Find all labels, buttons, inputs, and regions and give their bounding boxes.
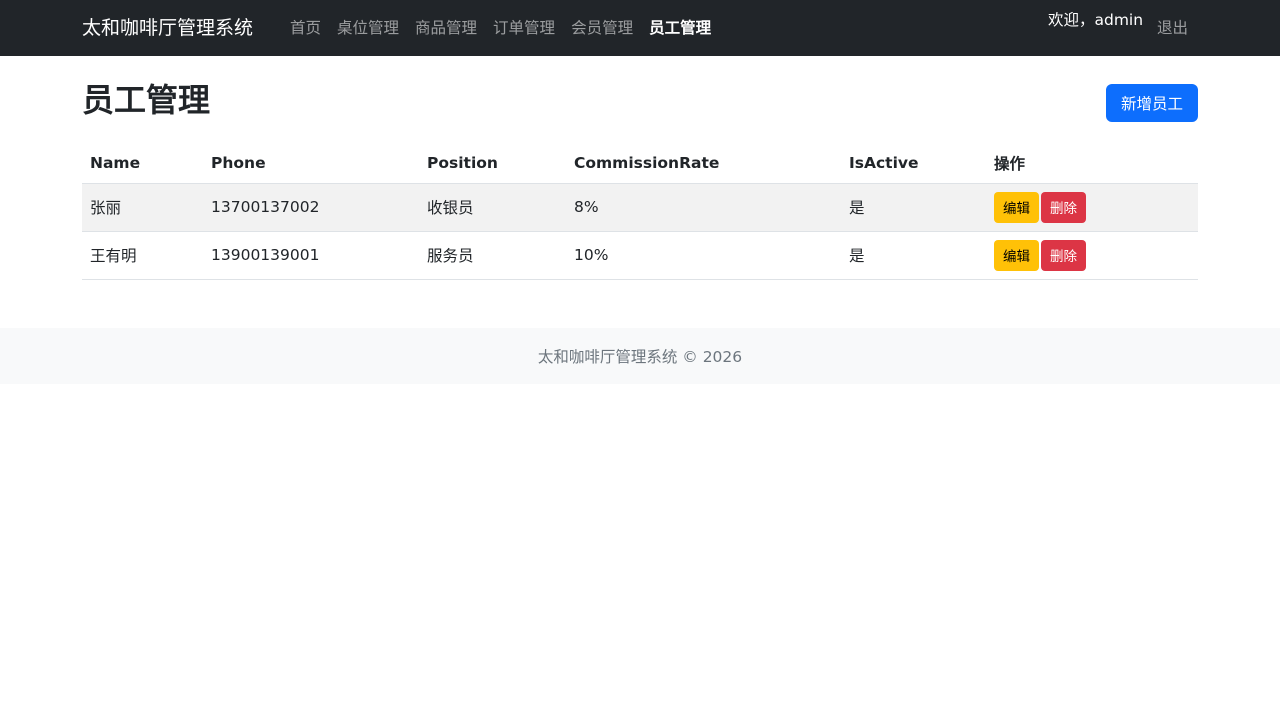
- cell-commission: 8%: [566, 183, 841, 232]
- edit-button[interactable]: 编辑: [994, 191, 1039, 223]
- delete-button[interactable]: 删除: [1041, 191, 1086, 223]
- table-row: 张丽 13700137002 收银员 8% 是 编辑 删除: [82, 183, 1198, 232]
- cell-active: 是: [841, 231, 986, 280]
- cell-position: 收银员: [419, 183, 566, 232]
- column-header-active: IsActive: [841, 143, 986, 184]
- add-staff-button[interactable]: 新增员工: [1106, 84, 1198, 122]
- nav-link-staff[interactable]: 员工管理: [649, 16, 711, 40]
- cell-commission: 10%: [566, 231, 841, 280]
- nav-link-orders[interactable]: 订单管理: [493, 16, 555, 40]
- logout-link[interactable]: 退出: [1157, 16, 1188, 40]
- nav-link-tables[interactable]: 桌位管理: [337, 16, 399, 40]
- table-row: 王有明 13900139001 服务员 10% 是 编辑 删除: [82, 231, 1198, 280]
- delete-button[interactable]: 删除: [1041, 239, 1086, 271]
- cell-actions: 编辑 删除: [986, 231, 1198, 280]
- cell-position: 服务员: [419, 231, 566, 280]
- cell-phone: 13700137002: [203, 183, 419, 232]
- table-header-row: Name Phone Position CommissionRate IsAct…: [82, 143, 1198, 184]
- nav-link-home[interactable]: 首页: [290, 16, 321, 40]
- page-footer: 太和咖啡厅管理系统 © 2026: [0, 328, 1280, 384]
- nav-link-products[interactable]: 商品管理: [415, 16, 477, 40]
- welcome-text: 欢迎，admin: [1048, 11, 1144, 29]
- edit-button[interactable]: 编辑: [994, 239, 1039, 271]
- footer-text: 太和咖啡厅管理系统 © 2026: [537, 348, 743, 366]
- cell-active: 是: [841, 183, 986, 232]
- cell-name: 王有明: [82, 231, 203, 280]
- top-navbar: 太和咖啡厅管理系统 首页 桌位管理 商品管理 订单管理 会员管理 员工管理 欢迎…: [0, 0, 1280, 56]
- column-header-name: Name: [82, 143, 203, 184]
- column-header-actions: 操作: [986, 143, 1198, 184]
- column-header-phone: Phone: [203, 143, 419, 184]
- cell-name: 张丽: [82, 183, 203, 232]
- cell-actions: 编辑 删除: [986, 183, 1198, 232]
- nav-links: 首页 桌位管理 商品管理 订单管理 会员管理 员工管理: [290, 16, 727, 40]
- brand-link[interactable]: 太和咖啡厅管理系统: [82, 14, 253, 42]
- staff-table: Name Phone Position CommissionRate IsAct…: [82, 143, 1198, 280]
- column-header-position: Position: [419, 143, 566, 184]
- cell-phone: 13900139001: [203, 231, 419, 280]
- column-header-commission: CommissionRate: [566, 143, 841, 184]
- nav-link-members[interactable]: 会员管理: [571, 16, 633, 40]
- page-title: 员工管理: [82, 81, 211, 119]
